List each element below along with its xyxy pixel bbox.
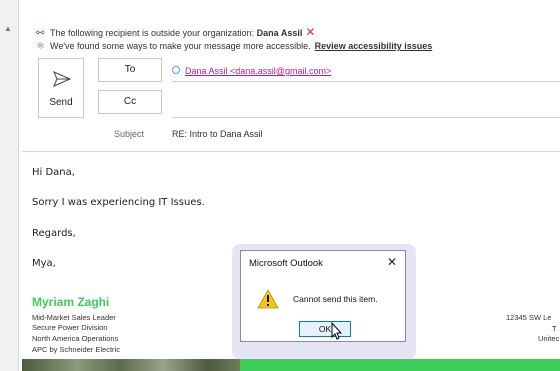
- accessibility-notice: ⚛ We've found some ways to make your mess…: [36, 41, 433, 52]
- presence-icon: [172, 66, 180, 74]
- signature-line: North America Operations: [32, 334, 119, 343]
- signature-name: Myriam Zaghi: [32, 295, 110, 309]
- send-icon: [53, 71, 71, 87]
- body-greeting[interactable]: Hi Dana,: [32, 167, 75, 178]
- signature-line: Secure Power Division: [32, 323, 108, 332]
- send-label: Send: [49, 97, 73, 108]
- subject-input[interactable]: RE: Intro to Dana Assil: [172, 129, 263, 139]
- signature-address-line: Unitec: [538, 334, 560, 343]
- signature-line: Mid-Market Sales Leader: [32, 313, 116, 322]
- cc-field-underline[interactable]: [172, 117, 560, 118]
- remove-recipient-icon[interactable]: ✕: [305, 25, 315, 39]
- accessibility-icon: ⚛: [36, 41, 45, 52]
- dialog-message: Cannot send this item.: [293, 294, 378, 304]
- signature-brand-bar: [240, 359, 560, 371]
- to-button[interactable]: To: [98, 58, 162, 82]
- subject-label: Subject: [114, 129, 145, 139]
- scroll-up-icon[interactable]: ▲: [4, 24, 12, 33]
- close-icon[interactable]: ✕: [387, 255, 397, 269]
- people-icon: ⚯: [36, 28, 45, 39]
- outside-recipient-name: Dana Assil: [256, 28, 303, 38]
- to-field-underline: [172, 81, 560, 82]
- external-recipient-notice: ⚯ The following recipient is outside your…: [36, 25, 316, 39]
- ok-button[interactable]: OK: [299, 321, 351, 337]
- signature-line: APC by Schneider Electric: [32, 345, 120, 354]
- to-recipient-address[interactable]: Dana Assil <dana.assil@gmail.com>: [185, 66, 331, 76]
- signature-address-line: T: [552, 324, 557, 333]
- dialog-title: Microsoft Outlook: [249, 258, 323, 269]
- signature-banner-photo: [22, 359, 240, 371]
- left-scroll-bar[interactable]: ▲: [0, 0, 19, 371]
- error-dialog: Microsoft Outlook ✕ Cannot send this ite…: [240, 250, 406, 342]
- body-sender[interactable]: Mya,: [32, 258, 56, 269]
- body-closing[interactable]: Regards,: [32, 228, 76, 239]
- body-line[interactable]: Sorry I was experiencing IT Issues.: [32, 197, 205, 208]
- mouse-cursor-icon: [331, 322, 343, 340]
- review-accessibility-link[interactable]: Review accessibility issues: [315, 41, 433, 51]
- header-divider: [22, 151, 560, 152]
- send-button[interactable]: Send: [38, 58, 84, 118]
- signature-address-line: 12345 SW Le: [506, 313, 552, 322]
- cc-button[interactable]: Cc: [98, 90, 162, 114]
- warning-icon: [257, 289, 279, 309]
- to-recipient[interactable]: Dana Assil <dana.assil@gmail.com>: [172, 66, 331, 76]
